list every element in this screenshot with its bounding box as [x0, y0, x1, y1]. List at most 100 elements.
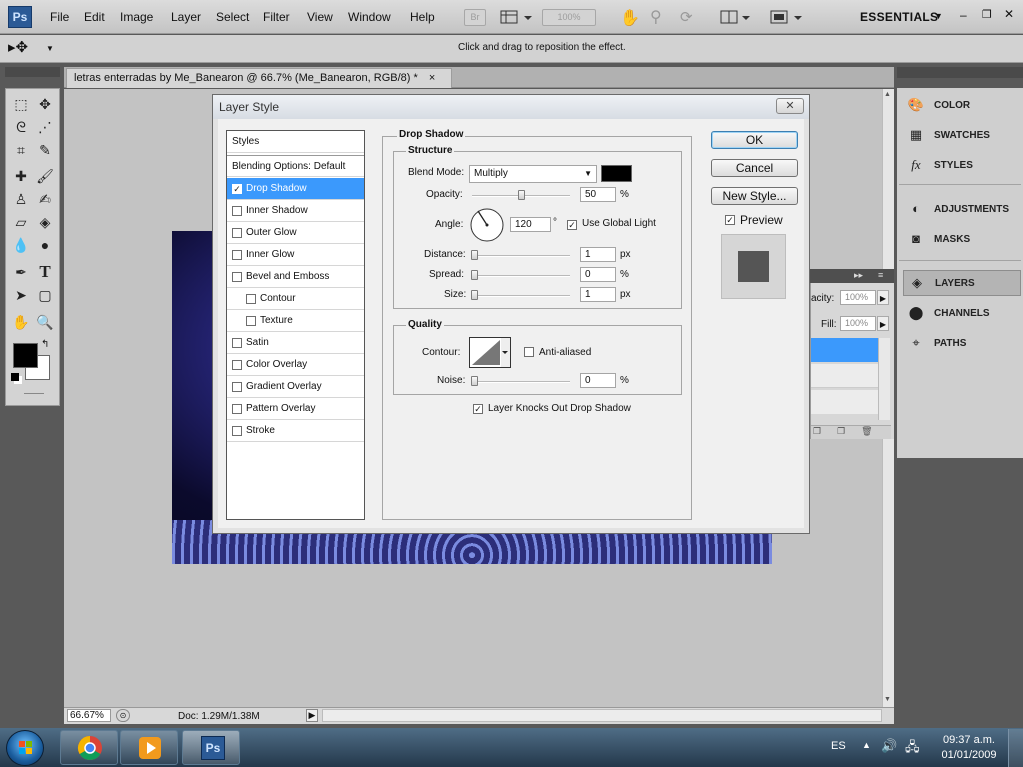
- eyedropper-tool-icon[interactable]: ✎: [35, 140, 55, 160]
- layer-row[interactable]: [811, 390, 878, 414]
- zoom-tool-icon[interactable]: 🔍: [35, 312, 55, 332]
- start-button[interactable]: [6, 730, 44, 766]
- opacity-arrow-icon[interactable]: ▶: [877, 290, 889, 305]
- paths-panel-tab[interactable]: ⌖ PATHS: [903, 330, 1021, 356]
- rotate-view-icon[interactable]: ⟳: [680, 8, 693, 26]
- masks-panel-tab[interactable]: ◙ MASKS: [903, 226, 1021, 252]
- color-panel-tab[interactable]: 🎨 COLOR: [903, 92, 1021, 118]
- fill-arrow-icon[interactable]: ▶: [877, 316, 889, 331]
- style-item-checkbox[interactable]: [246, 315, 256, 326]
- style-item-checkbox[interactable]: ✓: [232, 183, 242, 194]
- screen-mode-icon[interactable]: [770, 9, 804, 26]
- angle-dial[interactable]: [469, 207, 505, 243]
- style-item-checkbox[interactable]: [232, 381, 242, 392]
- distance-slider[interactable]: [472, 255, 570, 257]
- scroll-down-icon[interactable]: ▼: [884, 696, 891, 703]
- status-menu-arrow-icon[interactable]: ▶: [306, 709, 318, 722]
- style-item-stroke[interactable]: Stroke: [227, 420, 364, 442]
- bridge-button[interactable]: Br: [464, 9, 486, 26]
- style-item-checkbox[interactable]: [232, 337, 242, 348]
- layer-row[interactable]: [811, 364, 878, 388]
- menu-filter[interactable]: Filter: [263, 10, 290, 24]
- style-item-checkbox[interactable]: [232, 403, 242, 414]
- knocks-out-checkbox[interactable]: ✓: [473, 403, 483, 415]
- cancel-button[interactable]: Cancel: [711, 159, 798, 177]
- style-item-satin[interactable]: Satin: [227, 332, 364, 354]
- ok-button[interactable]: OK: [711, 131, 798, 149]
- style-item-inner-glow[interactable]: Inner Glow: [227, 244, 364, 266]
- spread-field[interactable]: 0: [580, 267, 616, 282]
- distance-field[interactable]: 1: [580, 247, 616, 262]
- menu-help[interactable]: Help: [410, 10, 435, 24]
- style-item-gradient-overlay[interactable]: Gradient Overlay: [227, 376, 364, 398]
- panel-menu-icon[interactable]: ≡: [878, 270, 883, 280]
- noise-slider-knob[interactable]: [471, 376, 478, 386]
- styles-header[interactable]: Styles: [227, 131, 364, 153]
- layers-footer-icons[interactable]: ❐❐🗑: [811, 425, 891, 439]
- clone-stamp-tool-icon[interactable]: ♙: [11, 189, 31, 209]
- menu-file[interactable]: File: [50, 10, 69, 24]
- photoshop-taskbar-button[interactable]: Ps: [182, 730, 240, 765]
- anti-aliased-checkbox[interactable]: [524, 347, 534, 360]
- history-brush-tool-icon[interactable]: ✍: [35, 189, 55, 209]
- pen-tool-icon[interactable]: ✒: [11, 262, 31, 282]
- crop-tool-icon[interactable]: ⌗: [11, 140, 31, 160]
- style-item-color-overlay[interactable]: Color Overlay: [227, 354, 364, 376]
- foreground-color-swatch[interactable]: [13, 343, 38, 368]
- opacity-slider-knob[interactable]: [518, 190, 525, 200]
- zoom-tool-icon[interactable]: ⚲: [650, 7, 662, 27]
- size-slider[interactable]: [472, 295, 570, 297]
- layer-fill-field[interactable]: 100%: [840, 316, 876, 331]
- style-item-checkbox[interactable]: [232, 205, 242, 216]
- use-global-light-checkbox[interactable]: ✓: [567, 219, 577, 231]
- style-item-checkbox[interactable]: [232, 425, 242, 436]
- size-slider-knob[interactable]: [471, 290, 478, 300]
- status-info-icon[interactable]: ⊙: [116, 709, 130, 722]
- contour-picker[interactable]: [469, 337, 511, 368]
- style-item-checkbox[interactable]: [232, 227, 242, 238]
- close-tab-icon[interactable]: ×: [429, 72, 435, 84]
- style-item-checkbox[interactable]: [232, 249, 242, 260]
- layers-panel-tab[interactable]: ◈ LAYERS: [903, 270, 1021, 296]
- size-field[interactable]: 1: [580, 287, 616, 302]
- arrange-documents-icon[interactable]: [720, 9, 752, 26]
- dialog-close-button[interactable]: ✕: [776, 98, 804, 114]
- shadow-color-swatch[interactable]: [601, 165, 632, 182]
- adjustments-panel-tab[interactable]: ◐ ADJUSTMENTS: [903, 196, 1021, 222]
- close-app-icon[interactable]: ✕: [1004, 7, 1014, 21]
- spread-slider-knob[interactable]: [471, 270, 478, 280]
- opacity-field[interactable]: 50: [580, 187, 616, 202]
- eraser-tool-icon[interactable]: ▱: [11, 212, 31, 232]
- scroll-up-icon[interactable]: ▲: [884, 91, 891, 98]
- zoom-field[interactable]: 66.67%: [67, 709, 111, 722]
- style-item-drop-shadow[interactable]: ✓ Drop Shadow: [227, 178, 364, 200]
- toolbar-header[interactable]: [5, 67, 60, 77]
- menu-view[interactable]: View: [307, 10, 333, 24]
- show-hidden-icons-icon[interactable]: ▲: [862, 740, 871, 750]
- move-tool-icon[interactable]: ✥: [35, 94, 55, 114]
- distance-slider-knob[interactable]: [471, 250, 478, 260]
- media-player-taskbar-button[interactable]: [120, 730, 178, 765]
- hand-tool-icon[interactable]: ✋: [620, 8, 640, 28]
- restore-icon[interactable]: ❐: [982, 8, 992, 21]
- panel-collapse-icon[interactable]: ▸▸: [854, 270, 863, 281]
- dialog-titlebar[interactable]: [213, 95, 809, 119]
- view-extras-icon[interactable]: [500, 9, 534, 26]
- blend-mode-select[interactable]: Multiply ▼: [469, 165, 597, 183]
- style-item-inner-shadow[interactable]: Inner Shadow: [227, 200, 364, 222]
- blur-tool-icon[interactable]: 💧: [11, 235, 31, 255]
- hand-tool-icon[interactable]: ✋: [11, 312, 31, 332]
- network-icon[interactable]: 🖧: [905, 738, 920, 760]
- chrome-taskbar-button[interactable]: [60, 730, 118, 765]
- style-item-contour[interactable]: Contour: [227, 288, 364, 310]
- style-item-checkbox[interactable]: [232, 271, 242, 282]
- spread-slider[interactable]: [472, 275, 570, 277]
- menu-window[interactable]: Window: [348, 10, 391, 24]
- channels-panel-tab[interactable]: ⬤ CHANNELS: [903, 300, 1021, 326]
- style-item-checkbox[interactable]: [232, 359, 242, 370]
- preview-checkbox[interactable]: ✓: [725, 214, 735, 226]
- brush-tool-icon[interactable]: 🖌: [35, 166, 55, 186]
- swap-colors-icon[interactable]: ↰: [41, 339, 49, 350]
- move-tool-preset-icon[interactable]: ▸✥: [8, 38, 28, 56]
- menu-image[interactable]: Image: [120, 10, 153, 24]
